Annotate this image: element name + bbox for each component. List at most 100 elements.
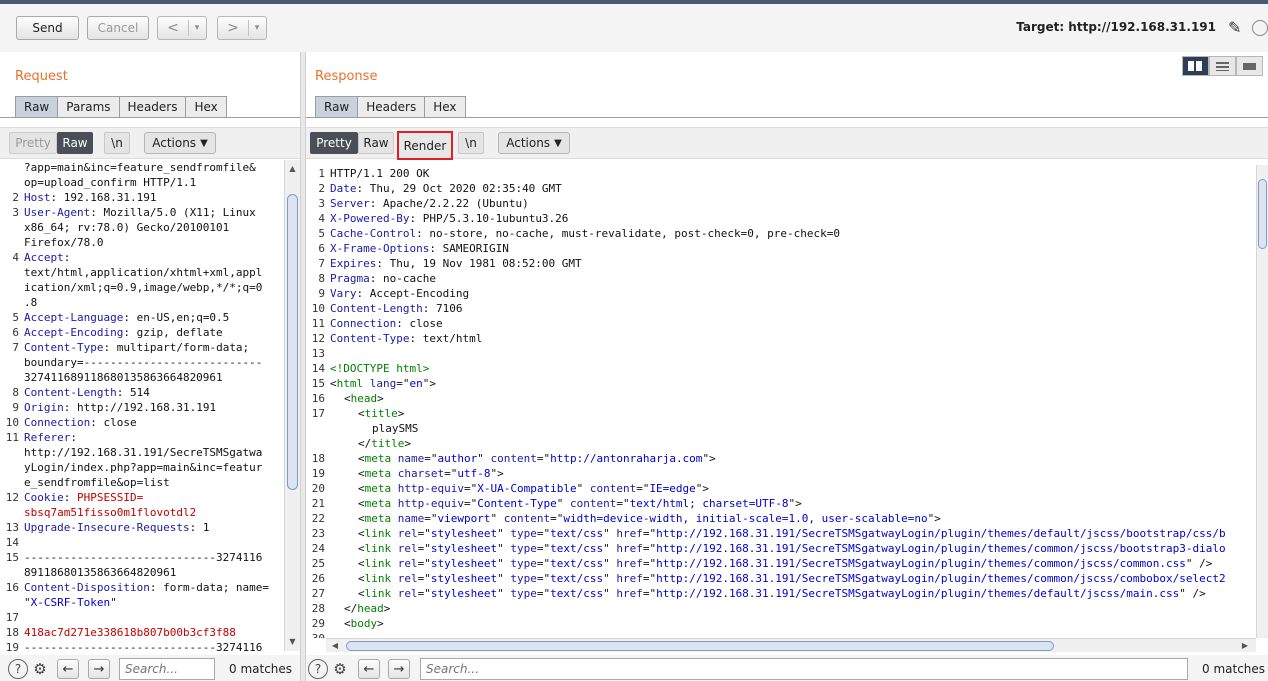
pencil-icon[interactable]: ✎ [1228, 18, 1241, 37]
send-button[interactable]: Send [16, 16, 79, 40]
code-token: rel [397, 587, 418, 600]
response-vertical-scrollbar[interactable] [1256, 165, 1268, 638]
code-token: " [556, 497, 570, 510]
code-token: text/css [550, 587, 604, 600]
code-text: <link rel="stylesheet" type="text/css" h… [330, 526, 1226, 541]
code-token: =" [536, 527, 551, 540]
code-token: < [344, 392, 351, 405]
code-token: " /> [1179, 587, 1206, 600]
line-number: 16 [311, 392, 325, 405]
request-tab-params[interactable]: Params [58, 96, 120, 118]
code-line: boundary=--------------------------- [0, 355, 262, 370]
code-token: title [371, 437, 405, 450]
response-newline-button[interactable]: \n [458, 132, 484, 154]
line-number: 17 [5, 611, 19, 624]
code-text: Upgrade-Insecure-Requests: 1 [24, 520, 209, 535]
settings-icon[interactable]: ⚙ [330, 659, 350, 679]
code-text: Expires: Thu, 19 Nov 1981 08:52:00 GMT [330, 256, 582, 271]
scroll-thumb[interactable] [1258, 179, 1267, 249]
line-number: 13 [5, 521, 19, 534]
response-editor[interactable]: 1 HTTP/1.1 200 OK 2 Date: Thu, 29 Oct 2020 … [306, 165, 1256, 638]
code-text: Accept-Language: en-US,en;q=0.5 [24, 310, 229, 325]
request-search-input[interactable] [119, 658, 215, 680]
next-match-button[interactable]: → [388, 659, 410, 679]
scroll-thumb[interactable] [346, 641, 1054, 651]
request-tab-raw[interactable]: Raw [15, 96, 59, 118]
code-line: 27 <link rel="stylesheet" type="text/css"… [306, 586, 1206, 601]
code-token: Cookie [24, 491, 64, 504]
history-back-button[interactable]: < ▾ [157, 16, 207, 40]
code-line: </title> [306, 436, 411, 451]
code-token: HTTP/1.1 200 OK [330, 167, 430, 180]
code-line: 23 <link rel="stylesheet" type="text/css"… [306, 526, 1226, 541]
line-number: 14 [5, 536, 19, 549]
scroll-down-icon[interactable]: ▼ [285, 635, 300, 649]
help-icon[interactable]: ? [8, 659, 28, 679]
code-token: Content-Type [24, 341, 104, 354]
code-line: e_sendfromfile&op=list [0, 475, 170, 490]
code-token: Content-Disposition [24, 581, 150, 594]
help-icon[interactable] [1252, 20, 1268, 36]
request-actions-button[interactable]: Actions ▼ [144, 132, 216, 154]
code-text: Firefox/78.0 [24, 235, 103, 250]
settings-icon[interactable]: ⚙ [30, 659, 50, 679]
code-token: : 1 [189, 521, 210, 534]
code-token: meta [364, 512, 392, 525]
code-token: link [364, 542, 392, 555]
code-text: </head> [330, 601, 390, 616]
code-text: .8 [24, 295, 37, 310]
response-tab-headers[interactable]: Headers [358, 96, 426, 118]
scroll-up-icon[interactable]: ▲ [285, 162, 300, 176]
chevron-down-icon[interactable]: ▾ [189, 23, 205, 33]
request-pretty-button[interactable]: Pretty [9, 132, 57, 154]
line-number: 15 [311, 377, 325, 390]
cancel-button[interactable]: Cancel [87, 16, 149, 40]
code-line: 24 <link rel="stylesheet" type="text/css"… [306, 541, 1226, 556]
request-raw-button[interactable]: Raw [57, 132, 93, 154]
response-tab-hex[interactable]: Hex [425, 96, 466, 118]
response-tab-raw[interactable]: Raw [315, 96, 359, 118]
chevron-down-icon[interactable]: ▾ [249, 23, 265, 33]
next-match-button[interactable]: → [88, 659, 110, 679]
response-search-input[interactable] [420, 658, 1188, 680]
code-line: 13 [306, 346, 330, 361]
split-horizontal-icon[interactable] [1182, 56, 1209, 76]
line-number: 24 [311, 542, 325, 555]
code-line: 28 </head> [306, 601, 391, 616]
code-token: : 192.168.31.191 [50, 191, 157, 204]
request-newline-button[interactable]: \n [104, 132, 130, 154]
request-editor[interactable]: ?app=main&inc=feature_sendfromfile& op=up… [0, 160, 284, 651]
code-token: http://192.168.31.191/SecreTSMSgatwayLog… [656, 587, 1180, 600]
split-vertical-icon[interactable] [1209, 56, 1236, 76]
response-raw-button[interactable]: Raw [358, 132, 394, 154]
scroll-right-icon[interactable]: ▶ [1238, 639, 1252, 653]
previous-match-button[interactable]: ← [57, 659, 79, 679]
response-horizontal-scrollbar[interactable]: ◀ ▶ [326, 638, 1256, 652]
code-token: Upgrade-Insecure-Requests [24, 521, 190, 534]
code-line: 22 <meta name="viewport" content="width=d… [306, 511, 941, 526]
code-token: =" [536, 572, 551, 585]
request-tab-headers[interactable]: Headers [119, 96, 187, 118]
code-token: =" [417, 527, 431, 540]
previous-match-button[interactable]: ← [358, 659, 380, 679]
code-token: link [364, 587, 392, 600]
code-text: 327411689118680135863664820961 [24, 370, 223, 385]
tabbed-view-icon[interactable] [1236, 56, 1263, 76]
response-actions-button[interactable]: Actions ▼ [498, 132, 570, 154]
help-icon[interactable]: ? [308, 659, 328, 679]
request-tab-hex[interactable]: Hex [186, 96, 227, 118]
code-token: http-equiv [397, 497, 464, 510]
line-number [0, 565, 24, 580]
code-token: < [358, 557, 365, 570]
response-render-button[interactable]: Render [397, 131, 453, 160]
scroll-thumb[interactable] [287, 194, 298, 490]
code-text: 89118680135863664820961 [24, 565, 176, 580]
scroll-left-icon[interactable]: ◀ [328, 639, 342, 653]
history-forward-button[interactable]: > ▾ [217, 16, 267, 40]
code-token: =" [444, 467, 458, 480]
request-vertical-scrollbar[interactable]: ▲ ▼ [284, 160, 300, 651]
line-number [0, 295, 24, 310]
code-text: X-Powered-By: PHP/5.3.10-1ubuntu3.26 [330, 211, 568, 226]
code-token: Content-Length [330, 302, 423, 315]
response-pretty-button[interactable]: Pretty [310, 132, 358, 154]
